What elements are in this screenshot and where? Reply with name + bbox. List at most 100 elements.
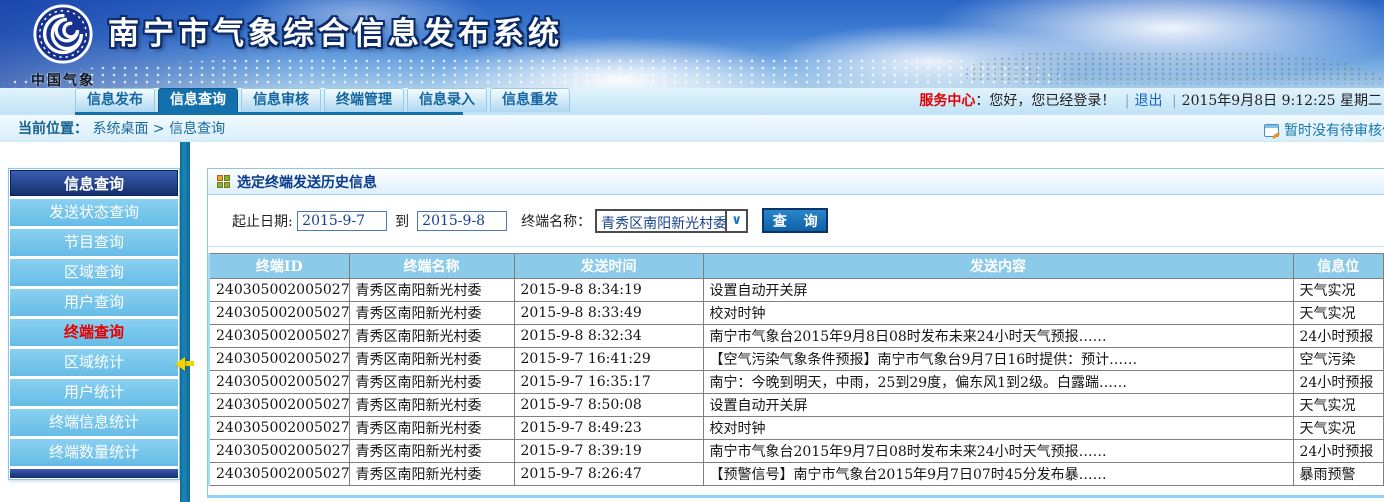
breadcrumb-path[interactable]: 系统桌面 > 信息查询: [92, 121, 225, 137]
tab-信息审核[interactable]: 信息审核: [241, 88, 321, 112]
column-header: 终端名称: [349, 254, 514, 279]
session-info: 服务中心：您好，您已经登录！ | 退出 | 2015年9月8日 9:12:25 星期…: [919, 88, 1382, 115]
table-cell: 2015-9-7 8:50:08: [514, 394, 703, 417]
sidebar-footer: [10, 469, 178, 478]
dropdown-chevron-icon[interactable]: ∨: [725, 211, 746, 231]
tab-终端管理[interactable]: 终端管理: [324, 88, 404, 112]
table-row[interactable]: 240305002005027青秀区南阳新光村委2015-9-7 8:49:23…: [209, 417, 1384, 440]
grass-field-image: [0, 58, 1060, 88]
separator: |: [1172, 93, 1177, 109]
table-cell: 青秀区南阳新光村委: [349, 302, 514, 325]
tab-信息重发[interactable]: 信息重发: [490, 88, 570, 112]
table-cell: 校对时钟: [703, 302, 1293, 325]
table-cell: 南宁市气象台2015年9月7日08时发布未来24小时天气预报……: [703, 440, 1293, 463]
table-row[interactable]: 240305002005027青秀区南阳新光村委2015-9-8 8:33:49…: [209, 302, 1384, 325]
cma-logo: 中国气象: [18, 3, 108, 88]
table-cell: 青秀区南阳新光村委: [349, 348, 514, 371]
table-cell: 【预警信号】南宁市气象台2015年9月7日07时45分发布暴……: [703, 463, 1293, 486]
tab-信息查询[interactable]: 信息查询: [158, 88, 238, 112]
table-cell: 青秀区南阳新光村委: [349, 279, 514, 302]
logo-caption: 中国气象: [18, 70, 108, 88]
sidebar-item-终端查询[interactable]: 终端查询: [10, 319, 178, 346]
terminal-name-label: 终端名称：: [521, 211, 591, 231]
table-cell: 240305002005027: [209, 417, 349, 440]
collapse-sidebar-arrow-icon[interactable]: [175, 357, 185, 371]
column-header: 信息位: [1293, 254, 1384, 279]
page-title: 南宁市气象综合信息发布系统: [108, 8, 563, 53]
sidebar-item-区域查询[interactable]: 区域查询: [10, 259, 178, 286]
datetime-text: 2015年9月8日 9:12:25 星期二: [1182, 93, 1382, 109]
table-cell: 青秀区南阳新光村委: [349, 325, 514, 348]
table-cell: 2015-9-7 8:39:19: [514, 440, 703, 463]
table-cell: 校对时钟: [703, 417, 1293, 440]
pending-review-text: 暂时没有待审核信息: [1284, 123, 1384, 139]
column-header: 发送时间: [514, 254, 703, 279]
table-cell: 2015-9-7 16:35:17: [514, 371, 703, 394]
terminal-select[interactable]: 青秀区南阳新光村委 ∨: [595, 209, 748, 233]
table-cell: 24小时预报: [1293, 440, 1384, 463]
note-pencil-icon: [1264, 124, 1279, 137]
separator: |: [1125, 93, 1130, 109]
service-center-label: 服务中心: [919, 93, 975, 109]
table-cell: 设置自动开关屏: [703, 394, 1293, 417]
table-cell: 天气实况: [1293, 302, 1384, 325]
table-cell: 青秀区南阳新光村委: [349, 394, 514, 417]
table-cell: 天气实况: [1293, 417, 1384, 440]
query-button[interactable]: 查 询: [762, 208, 828, 233]
breadcrumb-prefix: 当前位置：: [18, 121, 88, 137]
sidebar-item-用户查询[interactable]: 用户查询: [10, 289, 178, 316]
table-cell: 青秀区南阳新光村委: [349, 463, 514, 486]
panel-header: 选定终端发送历史信息: [208, 169, 1384, 195]
table-cell: 青秀区南阳新光村委: [349, 371, 514, 394]
sidebar-items: 发送状态查询节目查询区域查询用户查询终端查询区域统计用户统计终端信息统计终端数量…: [10, 199, 178, 466]
collapse-handle-tail: [185, 361, 194, 366]
table-cell: 240305002005027: [209, 463, 349, 486]
table-cell: 240305002005027: [209, 325, 349, 348]
table-row[interactable]: 240305002005027青秀区南阳新光村委2015-9-8 8:32:34…: [209, 325, 1384, 348]
table-row[interactable]: 240305002005027青秀区南阳新光村委2015-9-7 8:26:47…: [209, 463, 1384, 486]
table-cell: 青秀区南阳新光村委: [349, 417, 514, 440]
greeting-text: ：您好，您已经登录！: [975, 93, 1115, 109]
date-from-input[interactable]: [297, 211, 387, 231]
table-row[interactable]: 240305002005027青秀区南阳新光村委2015-9-8 8:34:19…: [209, 279, 1384, 302]
table-cell: 南宁：今晚到明天，中雨，25到29度，偏东风1到2级。白露踹……: [703, 371, 1293, 394]
panel-title: 选定终端发送历史信息: [237, 172, 377, 192]
sidebar-item-节目查询[interactable]: 节目查询: [10, 229, 178, 256]
sidebar-item-终端信息统计[interactable]: 终端信息统计: [10, 409, 178, 436]
table-cell: 2015-9-8 8:34:19: [514, 279, 703, 302]
sidebar-item-区域统计[interactable]: 区域统计: [10, 349, 178, 376]
table-cell: 空气污染: [1293, 348, 1384, 371]
table-row[interactable]: 240305002005027青秀区南阳新光村委2015-9-7 8:50:08…: [209, 394, 1384, 417]
table-cell: 天气实况: [1293, 279, 1384, 302]
to-label: 到: [395, 211, 409, 231]
sidebar: 信息查询 发送状态查询节目查询区域查询用户查询终端查询区域统计用户统计终端信息统…: [8, 168, 180, 480]
table-row[interactable]: 240305002005027青秀区南阳新光村委2015-9-7 16:41:2…: [209, 348, 1384, 371]
logout-link[interactable]: 退出: [1135, 93, 1163, 109]
table-row[interactable]: 240305002005027青秀区南阳新光村委2015-9-7 8:39:19…: [209, 440, 1384, 463]
table-cell: 2015-9-8 8:32:34: [514, 325, 703, 348]
sidebar-divider: [180, 142, 190, 502]
tab-信息发布[interactable]: 信息发布: [75, 88, 155, 112]
date-range-label: 起止日期:: [232, 211, 293, 231]
tab-信息录入[interactable]: 信息录入: [407, 88, 487, 112]
table-cell: 240305002005027: [209, 279, 349, 302]
table-header-row: 终端ID终端名称发送时间发送内容信息位: [209, 254, 1384, 279]
table-body: 240305002005027青秀区南阳新光村委2015-9-8 8:34:19…: [209, 279, 1384, 486]
table-cell: 240305002005027: [209, 394, 349, 417]
sidebar-item-终端数量统计[interactable]: 终端数量统计: [10, 439, 178, 466]
column-header: 发送内容: [703, 254, 1293, 279]
sidebar-item-用户统计[interactable]: 用户统计: [10, 379, 178, 406]
table-row[interactable]: 240305002005027青秀区南阳新光村委2015-9-7 16:35:1…: [209, 371, 1384, 394]
table-cell: 24小时预报: [1293, 325, 1384, 348]
date-to-input[interactable]: [417, 211, 507, 231]
sidebar-item-发送状态查询[interactable]: 发送状态查询: [10, 199, 178, 226]
table-cell: 240305002005027: [209, 302, 349, 325]
table-cell: 2015-9-7 8:26:47: [514, 463, 703, 486]
banner: 中国气象 南宁市气象综合信息发布系统: [0, 0, 1384, 88]
grid-icon: [217, 175, 230, 188]
table-cell: 2015-9-7 8:49:23: [514, 417, 703, 440]
column-header: 终端ID: [209, 254, 349, 279]
table-cell: 240305002005027: [209, 348, 349, 371]
query-form: 起止日期: 到 终端名称： 青秀区南阳新光村委 ∨ 查 询: [208, 195, 1384, 247]
table-cell: 天气实况: [1293, 394, 1384, 417]
